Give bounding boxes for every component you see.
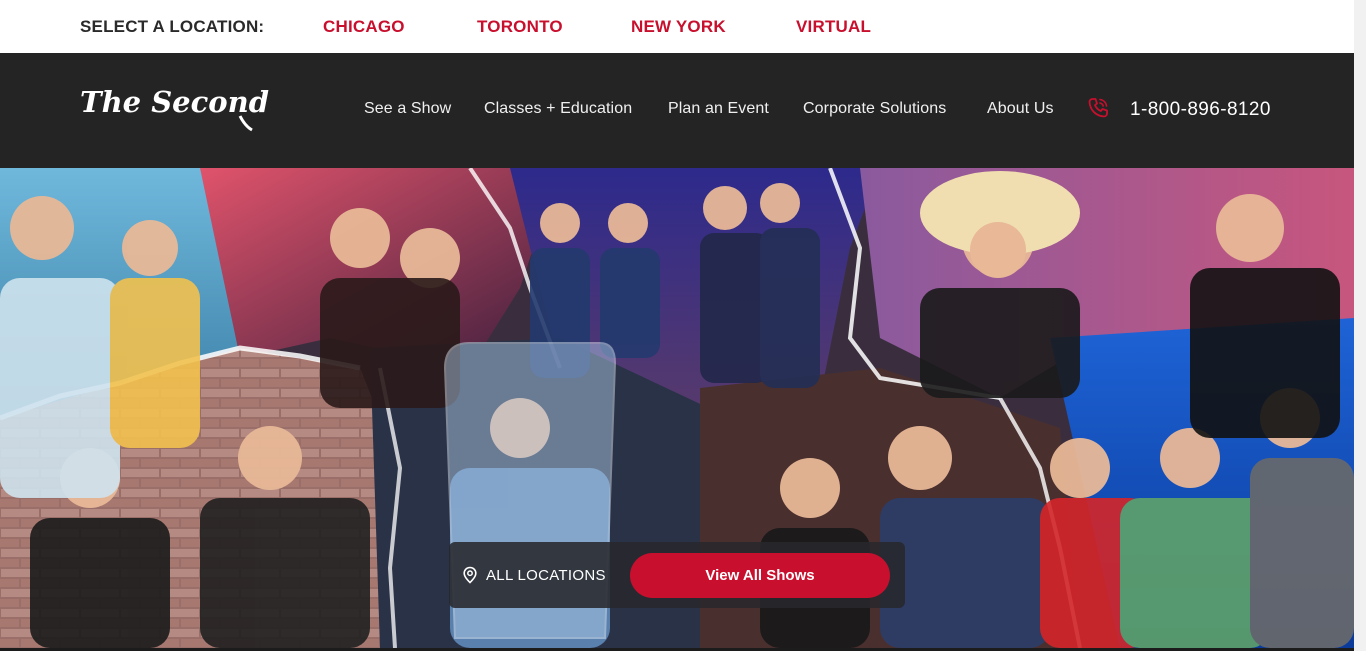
location-bar-label: SELECT A LOCATION:	[80, 17, 265, 36]
view-all-shows-button[interactable]: View All Shows	[630, 553, 890, 598]
location-link-chicago[interactable]: CHICAGO	[323, 17, 405, 37]
logo-text: The Second City	[80, 85, 280, 119]
nav-classes-education[interactable]: Classes + Education	[484, 100, 632, 118]
map-pin-icon	[463, 566, 477, 584]
phone-icon[interactable]	[1086, 96, 1110, 120]
location-filter-label: ALL LOCATIONS	[486, 566, 606, 584]
location-link-toronto[interactable]: TORONTO	[477, 17, 563, 37]
nav-corporate-solutions[interactable]: Corporate Solutions	[803, 100, 946, 118]
location-filter-dropdown[interactable]: ALL LOCATIONS	[462, 566, 606, 584]
nav-plan-an-event[interactable]: Plan an Event	[668, 100, 769, 118]
nav-see-a-show[interactable]: See a Show	[364, 100, 451, 118]
location-link-new-york[interactable]: NEW YORK	[631, 17, 726, 37]
phone-number[interactable]: 1-800-896-8120	[1130, 99, 1271, 121]
second-city-logo[interactable]: The Second City	[80, 82, 280, 134]
location-link-virtual[interactable]: VIRTUAL	[796, 17, 871, 37]
nav-about-us[interactable]: About Us	[987, 100, 1054, 118]
location-bar: SELECT A LOCATION: CHICAGO TORONTO NEW Y…	[0, 0, 1354, 53]
page: SELECT A LOCATION: CHICAGO TORONTO NEW Y…	[0, 0, 1354, 651]
page-scrollbar[interactable]	[1354, 0, 1366, 651]
